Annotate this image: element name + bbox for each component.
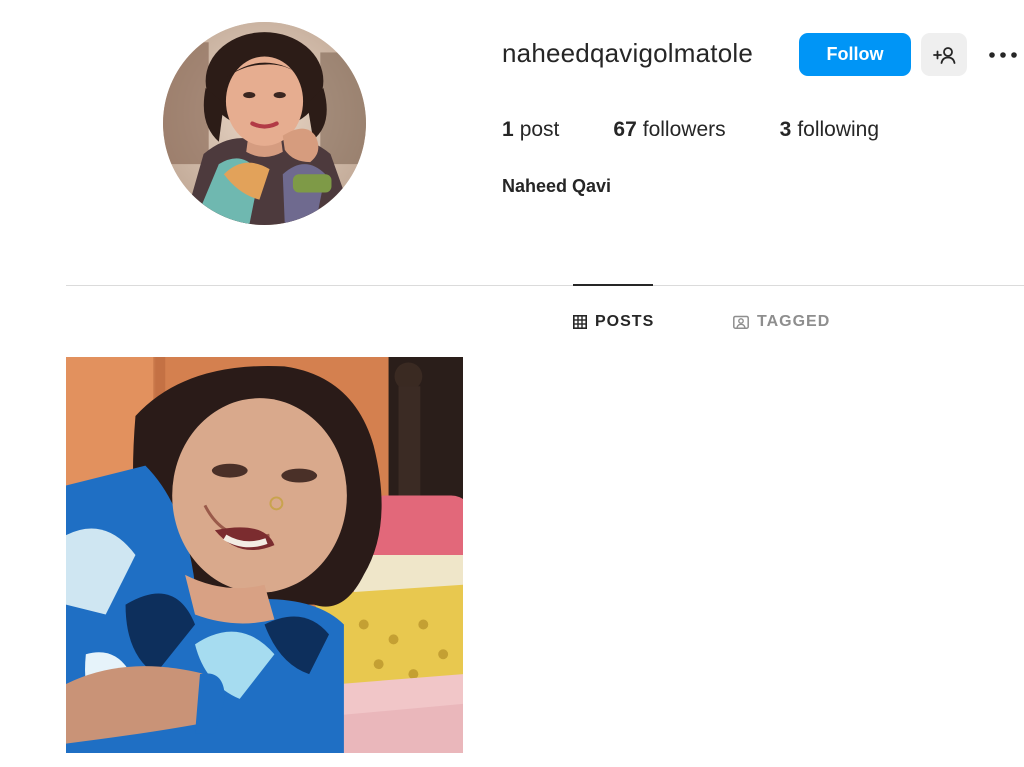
- post-count-label: post: [519, 118, 560, 141]
- tagged-icon: [733, 315, 749, 329]
- tab-posts[interactable]: POSTS: [573, 310, 654, 334]
- profile-full-name: Naheed Qavi: [502, 176, 612, 196]
- tab-posts-label: POSTS: [595, 313, 655, 330]
- post-thumbnail[interactable]: [66, 357, 463, 753]
- tab-tagged[interactable]: TAGGED: [733, 310, 830, 334]
- following-link[interactable]: 3 following: [780, 118, 879, 142]
- post-photo: [66, 357, 463, 753]
- follow-button[interactable]: Follow: [799, 33, 911, 76]
- tab-tagged-label: TAGGED: [757, 313, 831, 330]
- following-count-number: 3: [779, 118, 792, 141]
- following-label: following: [797, 118, 880, 141]
- more-options-icon: [989, 51, 1017, 58]
- followers-link[interactable]: 67 followers: [613, 118, 725, 142]
- followers-count-number: 67: [613, 118, 637, 141]
- grid-icon: [573, 315, 587, 329]
- profile-page: naheedqavigolmatole Follow 1 post 67 fol…: [0, 0, 1024, 767]
- profile-photo: [163, 22, 366, 225]
- profile-avatar[interactable]: [163, 22, 366, 225]
- profile-username: naheedqavigolmatole: [502, 38, 753, 68]
- post-count-number: 1: [502, 118, 514, 141]
- profile-stats: 1 post 67 followers 3 following: [502, 118, 879, 142]
- more-options-button[interactable]: [983, 33, 1023, 76]
- followers-label: followers: [642, 118, 726, 141]
- suggested-accounts-button[interactable]: [921, 33, 967, 76]
- tabs-divider: [66, 285, 1024, 286]
- post-count: 1 post: [502, 118, 559, 142]
- person-add-icon: [933, 46, 956, 64]
- active-tab-indicator: [573, 284, 653, 286]
